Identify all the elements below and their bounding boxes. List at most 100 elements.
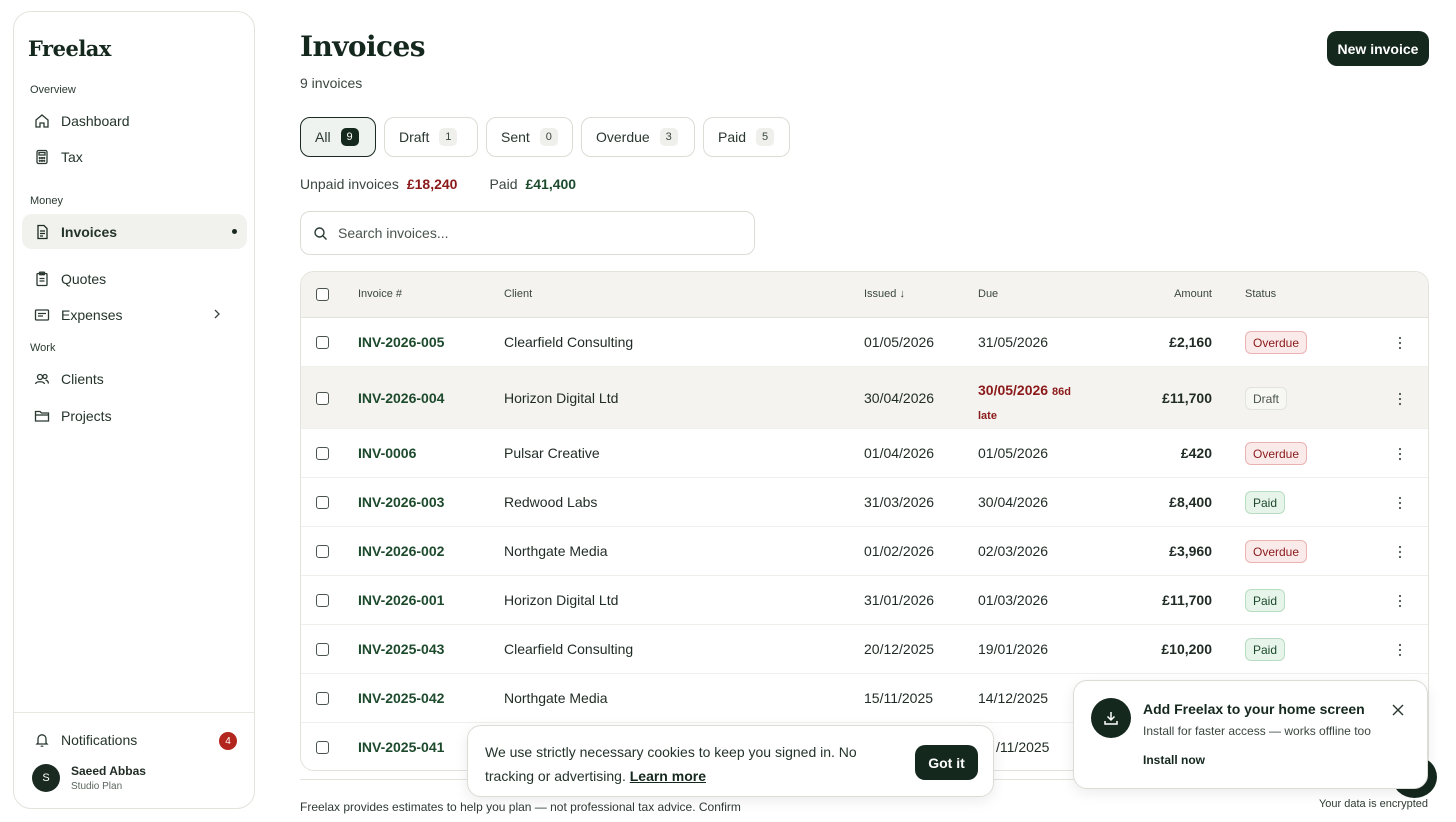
user-profile[interactable]: S Saeed Abbas Studio Plan [32,764,146,792]
amount: £2,160 [1169,334,1212,350]
chevron-right-icon[interactable] [210,307,224,321]
page-title: Invoices [300,30,425,63]
row-checkbox[interactable] [316,692,329,705]
row-checkbox[interactable] [316,594,329,607]
paid-value: £41,400 [525,176,577,192]
cookie-accept-button[interactable]: Got it [915,745,978,780]
new-invoice-button[interactable]: New invoice [1327,31,1429,66]
sidebar-item-quotes[interactable]: Quotes [22,261,247,296]
issued-date: 01/04/2026 [864,445,935,461]
sidebar-item-label: Expenses [61,306,123,323]
invoice-count: 9 invoices [300,75,363,91]
avatar: S [32,764,60,792]
table-header: Invoice # Client Issued ↓ Due Amount Sta… [301,272,1428,318]
sidebar-item-projects[interactable]: Projects [22,398,247,433]
sidebar-item-clients[interactable]: Clients [22,361,247,396]
table-row[interactable]: INV-2026-005 Clearfield Consulting 01/05… [301,318,1428,367]
client-name: Northgate Media [504,543,608,559]
install-prompt: Add Freelax to your home screen Install … [1073,680,1428,789]
sidebar-item-invoices[interactable]: Invoices [22,214,247,249]
invoice-number[interactable]: INV-0006 [358,445,416,461]
issued-date: 01/05/2026 [864,334,935,350]
client-name: Horizon Digital Ltd [504,592,619,608]
row-checkbox[interactable] [316,643,329,656]
due-date: 31/05/2026 [978,334,1049,350]
brand-logo[interactable]: Freelax [28,36,111,61]
sidebar-item-expenses[interactable]: Expenses [22,297,247,332]
select-all-checkbox[interactable] [316,288,329,301]
table-row[interactable]: INV-2026-001 Horizon Digital Ltd 31/01/2… [301,576,1428,625]
table-row[interactable]: INV-2025-043 Clearfield Consulting 20/12… [301,625,1428,674]
invoice-number[interactable]: INV-2025-041 [358,739,444,755]
row-checkbox[interactable] [316,392,329,405]
more-options-icon[interactable] [1398,496,1402,510]
status-badge: Draft [1245,387,1288,410]
invoice-number[interactable]: INV-2026-005 [358,334,444,350]
status-badge: Paid [1245,589,1286,612]
due-date: 30/04/2026 [978,494,1049,510]
row-checkbox[interactable] [316,545,329,558]
filter-label: Draft [399,129,430,145]
users-icon [34,373,50,384]
filter-tab-paid[interactable]: Paid 5 [703,117,790,157]
search-input[interactable] [338,225,718,241]
filter-label: Paid [718,129,747,145]
learn-more-link[interactable]: Learn more [630,768,706,784]
invoice-number[interactable]: INV-2026-004 [358,390,444,406]
filter-label: Sent [501,129,530,145]
home-icon [35,113,49,128]
col-amount[interactable]: Amount [1112,288,1212,300]
col-due[interactable]: Due [978,288,998,300]
col-status[interactable]: Status [1245,288,1276,300]
invoice-totals: Unpaid invoices £18,240 Paid £41,400 [300,176,576,192]
sidebar-item-label: Clients [61,370,104,387]
invoice-number[interactable]: INV-2026-003 [358,494,444,510]
more-options-icon[interactable] [1398,643,1402,657]
row-checkbox[interactable] [316,496,329,509]
row-checkbox[interactable] [316,447,329,460]
invoice-number[interactable]: INV-2025-043 [358,641,444,657]
sidebar-item-label: Projects [61,407,112,424]
sidebar-item-notifications[interactable]: Notifications 4 [22,722,247,757]
row-checkbox[interactable] [316,336,329,349]
more-options-icon[interactable] [1398,447,1402,461]
filter-label: All [315,129,331,145]
table-row[interactable]: INV-2026-002 Northgate Media 01/02/2026 … [301,527,1428,576]
nav-section-money: Money [30,195,64,207]
sidebar-item-dashboard[interactable]: Dashboard [22,103,247,138]
cookie-message: We use strictly necessary cookies to kee… [485,740,885,788]
col-invoice[interactable]: Invoice # [358,288,402,300]
filter-count: 1 [439,128,458,146]
invoice-number[interactable]: INV-2026-001 [358,592,444,608]
table-row[interactable]: INV-0006 Pulsar Creative 01/04/2026 01/0… [301,429,1428,478]
more-options-icon[interactable] [1398,545,1402,559]
table-row[interactable]: INV-2026-004 Horizon Digital Ltd 30/04/2… [301,367,1428,429]
filter-tab-all[interactable]: All 9 [300,117,376,157]
more-options-icon[interactable] [1398,336,1402,350]
sidebar-item-label: Quotes [61,270,107,287]
client-name: Pulsar Creative [504,445,600,461]
more-options-icon[interactable] [1398,594,1402,608]
filter-tab-overdue[interactable]: Overdue 3 [581,117,695,157]
filter-tab-sent[interactable]: Sent 0 [486,117,573,157]
invoice-number[interactable]: INV-2026-002 [358,543,444,559]
client-name: Clearfield Consulting [504,641,634,657]
row-checkbox[interactable] [316,741,329,754]
amount: £3,960 [1169,543,1212,559]
table-row[interactable]: INV-2026-003 Redwood Labs 31/03/2026 30/… [301,478,1428,527]
more-options-icon[interactable] [1398,392,1402,406]
install-now-link[interactable]: Install now [1143,753,1205,767]
filter-tab-draft[interactable]: Draft 1 [384,117,478,157]
invoice-number[interactable]: INV-2025-042 [358,690,444,706]
col-client[interactable]: Client [504,288,532,300]
search-box[interactable] [300,211,755,255]
close-icon[interactable] [1391,703,1405,717]
client-name: Redwood Labs [504,494,598,510]
sidebar-item-tax[interactable]: Tax [22,139,247,174]
amount: £8,400 [1169,494,1212,510]
amount: £11,700 [1162,390,1212,406]
col-issued[interactable]: Issued ↓ [864,288,905,300]
client-name: Clearfield Consulting [504,334,634,350]
tax-disclaimer: Freelax provides estimates to help you p… [300,800,741,814]
status-badge: Overdue [1245,540,1308,563]
